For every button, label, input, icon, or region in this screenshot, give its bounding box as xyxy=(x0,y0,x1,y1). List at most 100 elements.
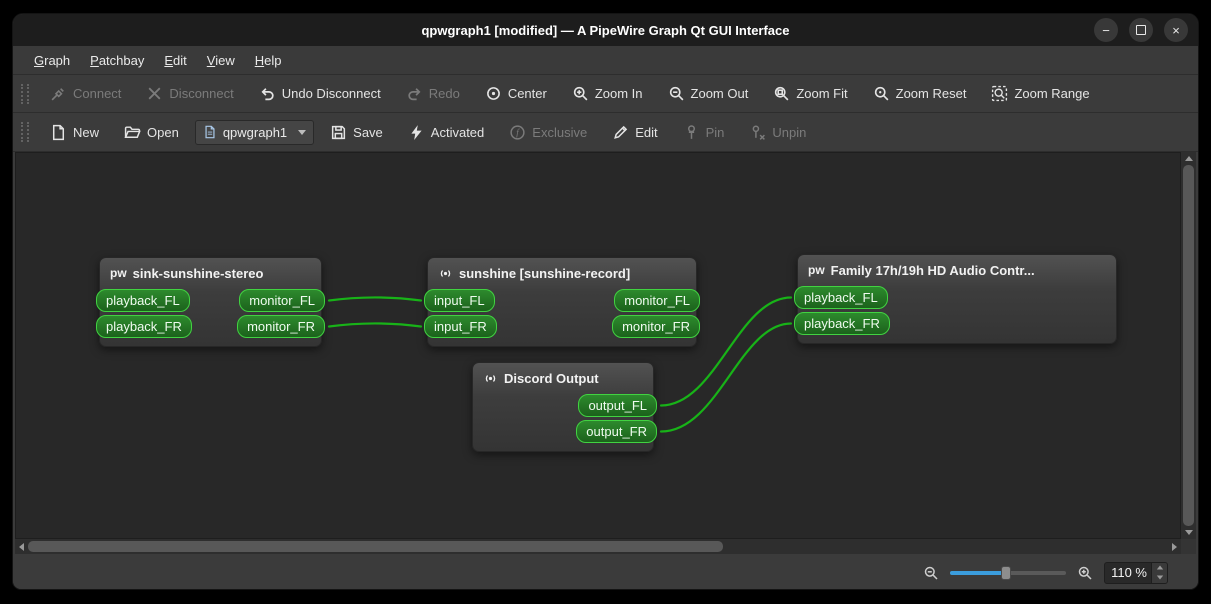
maximize-icon xyxy=(1136,25,1146,35)
node-header: pw sink-sunshine-stereo xyxy=(100,258,321,288)
node-sunshine-record[interactable]: sunshine [sunshine-record] input_FL moni… xyxy=(424,257,700,347)
zoom-in-icon xyxy=(572,85,589,102)
zoom-in-button[interactable]: Zoom In xyxy=(563,80,652,107)
statusbar: 110 % xyxy=(13,556,1198,589)
connection-wire-monitor-fr-input-fr[interactable] xyxy=(327,322,423,328)
patchbay-file-combo[interactable]: qpwgraph1 xyxy=(194,119,315,145)
port-discord-output-fl[interactable]: output_FL xyxy=(578,394,657,417)
node-family-hd-audio[interactable]: pw Family 17h/19h HD Audio Contr... play… xyxy=(794,254,1117,344)
open-button[interactable]: Open xyxy=(115,119,188,146)
connection-wire-monitor-fl-input-fl[interactable] xyxy=(327,296,423,302)
undo-icon xyxy=(259,85,276,102)
center-button[interactable]: Center xyxy=(476,80,556,107)
node-sink-sunshine-stereo[interactable]: pw sink-sunshine-stereo playback_FL moni… xyxy=(96,257,325,347)
zoom-slider-handle[interactable] xyxy=(1000,565,1011,580)
disconnect-button[interactable]: Disconnect xyxy=(137,80,242,107)
disconnect-label: Disconnect xyxy=(169,86,234,101)
zoom-reset-button[interactable]: Zoom Reset xyxy=(864,80,976,107)
scroll-right-arrow[interactable] xyxy=(1172,542,1177,551)
port-sunshine-input-fl[interactable]: input_FL xyxy=(424,289,495,312)
port-row: playback_FL monitor_FL xyxy=(96,288,325,313)
titlebar[interactable]: qpwgraph1 [modified] — A PipeWire Graph … xyxy=(13,14,1198,46)
vertical-scrollbar-handle[interactable] xyxy=(1183,165,1194,526)
zoom-reset-icon xyxy=(873,85,890,102)
port-sunshine-monitor-fr[interactable]: monitor_FR xyxy=(612,315,700,338)
minimize-button[interactable]: − xyxy=(1094,18,1118,42)
scroll-up-arrow[interactable] xyxy=(1184,156,1193,161)
zoom-spin-buttons xyxy=(1151,562,1167,583)
zoom-reset-label: Zoom Reset xyxy=(895,86,967,101)
close-button[interactable]: × xyxy=(1164,18,1188,42)
window-title: qpwgraph1 [modified] — A PipeWire Graph … xyxy=(421,22,790,38)
zoom-spin-up-button[interactable] xyxy=(1152,563,1167,573)
port-family-playback-fl[interactable]: playback_FL xyxy=(794,286,888,309)
zoom-value[interactable]: 110 % xyxy=(1105,563,1151,583)
zoom-range-button[interactable]: Zoom Range xyxy=(982,80,1098,107)
activated-label: Activated xyxy=(430,124,485,140)
port-sink-playback-fr[interactable]: playback_FR xyxy=(96,315,192,338)
undo-disconnect-label: Undo Disconnect xyxy=(281,86,381,101)
canvas-area: pw sink-sunshine-stereo playback_FL moni… xyxy=(13,152,1198,556)
port-family-playback-fr[interactable]: playback_FR xyxy=(794,312,890,335)
port-sink-playback-fl[interactable]: playback_FL xyxy=(96,289,190,312)
activated-button[interactable]: Activated xyxy=(399,119,493,146)
new-button[interactable]: New xyxy=(41,119,108,146)
edit-button[interactable]: Edit xyxy=(603,119,666,146)
new-file-icon xyxy=(50,124,67,141)
zoom-fit-button[interactable]: Zoom Fit xyxy=(764,80,856,107)
port-row: playback_FR xyxy=(794,311,1116,336)
save-button[interactable]: Save xyxy=(321,119,392,146)
zoom-in-label: Zoom In xyxy=(594,86,643,101)
center-icon xyxy=(485,85,502,102)
connect-button[interactable]: Connect xyxy=(41,80,130,107)
svg-text:f: f xyxy=(517,127,521,137)
horizontal-scrollbar[interactable] xyxy=(15,539,1181,554)
zoom-spinbox[interactable]: 110 % xyxy=(1104,561,1168,584)
port-sunshine-monitor-fl[interactable]: monitor_FL xyxy=(614,289,700,312)
menu-help[interactable]: Help xyxy=(246,50,291,71)
unpin-label: Unpin xyxy=(772,124,807,140)
menu-edit[interactable]: Edit xyxy=(155,50,195,71)
maximize-button[interactable] xyxy=(1129,18,1153,42)
port-sink-monitor-fr[interactable]: monitor_FR xyxy=(237,315,325,338)
zoom-slider-fill xyxy=(950,570,1006,575)
port-sink-monitor-fl[interactable]: monitor_FL xyxy=(239,289,325,312)
pin-button[interactable]: Pin xyxy=(674,119,734,146)
disconnect-icon xyxy=(146,85,163,102)
zoom-out-icon xyxy=(668,85,685,102)
scroll-down-arrow[interactable] xyxy=(1184,530,1193,535)
horizontal-scrollbar-handle[interactable] xyxy=(28,541,723,552)
zoom-range-icon xyxy=(991,85,1008,102)
toolbar-drag-handle-2[interactable] xyxy=(21,122,29,142)
zoom-out-button[interactable]: Zoom Out xyxy=(659,80,758,107)
scroll-left-arrow[interactable] xyxy=(19,542,24,551)
undo-disconnect-button[interactable]: Undo Disconnect xyxy=(250,80,390,107)
exclusive-label: Exclusive xyxy=(532,124,588,140)
port-row: playback_FR monitor_FR xyxy=(96,314,325,339)
graph-canvas[interactable]: pw sink-sunshine-stereo playback_FL moni… xyxy=(15,152,1181,539)
zoom-spin-down-button[interactable] xyxy=(1152,573,1167,583)
unpin-button[interactable]: Unpin xyxy=(740,119,815,146)
port-sunshine-input-fr[interactable]: input_FR xyxy=(424,315,497,338)
save-label: Save xyxy=(353,124,383,140)
menu-patchbay[interactable]: Patchbay xyxy=(81,50,153,71)
combo-dropdown-arrow xyxy=(298,129,307,135)
zoom-slider[interactable] xyxy=(950,565,1066,581)
redo-icon xyxy=(406,85,423,102)
toolbar-drag-handle[interactable] xyxy=(21,83,29,104)
node-title: Family 17h/19h HD Audio Contr... xyxy=(830,262,1035,278)
vertical-scrollbar[interactable] xyxy=(1181,152,1196,539)
menu-graph[interactable]: Graph xyxy=(25,50,79,71)
minimize-icon: − xyxy=(1102,22,1110,38)
zoom-out-label: Zoom Out xyxy=(690,86,749,101)
menu-view[interactable]: View xyxy=(198,50,244,71)
port-row: input_FL monitor_FL xyxy=(424,288,700,313)
port-discord-output-fr[interactable]: output_FR xyxy=(576,420,657,443)
redo-button[interactable]: Redo xyxy=(397,80,469,107)
spin-down-icon xyxy=(1156,575,1163,580)
node-header: Discord Output xyxy=(473,363,653,393)
node-title: sink-sunshine-stereo xyxy=(132,265,264,281)
connect-icon xyxy=(50,85,67,102)
exclusive-button[interactable]: f Exclusive xyxy=(500,119,596,146)
node-discord-output[interactable]: Discord Output output_FL output_FR xyxy=(472,362,657,452)
